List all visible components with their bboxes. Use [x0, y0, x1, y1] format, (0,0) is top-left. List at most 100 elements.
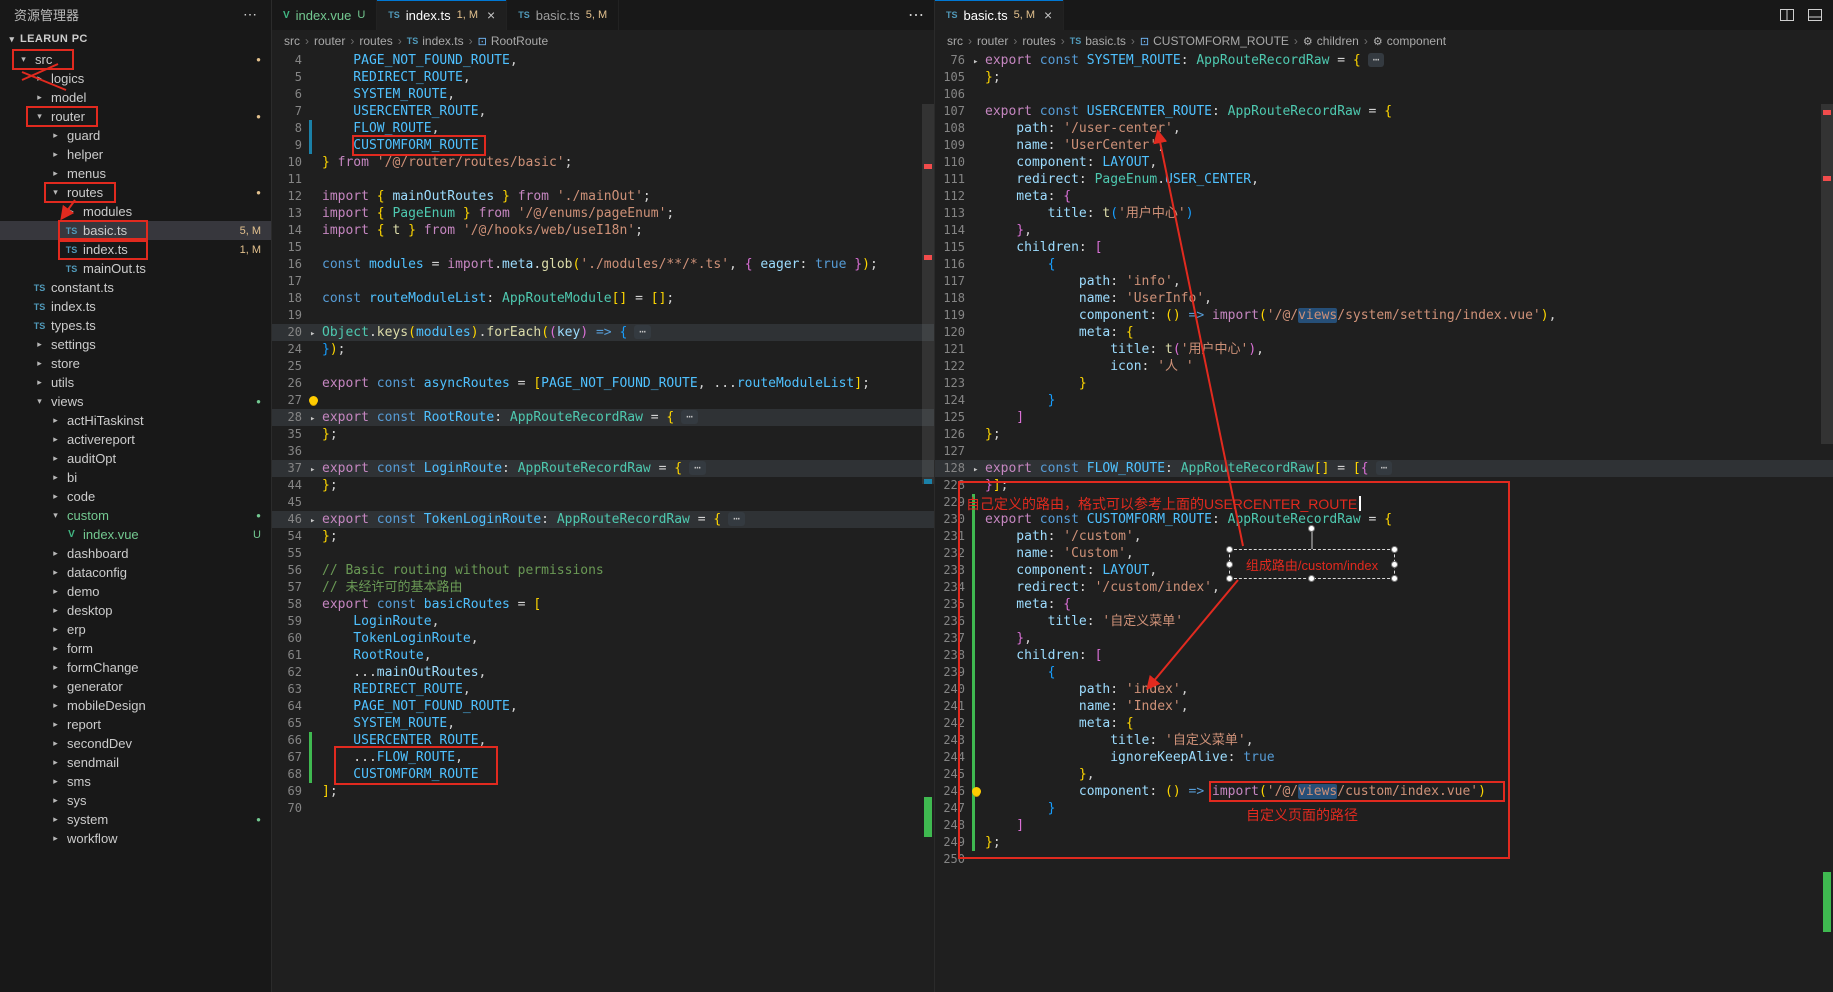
tree-item-mobileDesign[interactable]: ▸mobileDesign — [0, 696, 271, 715]
tree-item-report[interactable]: ▸report — [0, 715, 271, 734]
code-line-70[interactable]: 70 — [272, 800, 934, 817]
breadcrumb-item-component[interactable]: ⚙component — [1373, 34, 1446, 48]
code-line-62[interactable]: 62 ...mainOutRoutes, — [272, 664, 934, 681]
code-line-66[interactable]: 66 USERCENTER_ROUTE, — [272, 732, 934, 749]
tree-item-logics[interactable]: ▸logics — [0, 69, 271, 88]
tree-item-mainOut.ts[interactable]: TSmainOut.ts — [0, 259, 271, 278]
code-editor-index-ts[interactable]: 4 PAGE_NOT_FOUND_ROUTE,5 REDIRECT_ROUTE,… — [272, 52, 934, 992]
code-line-18[interactable]: 18const routeModuleList: AppRouteModule[… — [272, 290, 934, 307]
code-line-14[interactable]: 14import { t } from '/@/hooks/web/useI18… — [272, 222, 934, 239]
code-line-44[interactable]: 44}; — [272, 477, 934, 494]
code-line-240[interactable]: 240 path: 'index', — [935, 681, 1833, 698]
code-line-16[interactable]: 16const modules = import.meta.glob('./mo… — [272, 256, 934, 273]
code-line-12[interactable]: 12import { mainOutRoutes } from './mainO… — [272, 188, 934, 205]
code-line-114[interactable]: 114 }, — [935, 222, 1833, 239]
code-line-233[interactable]: 233 component: LAYOUT, — [935, 562, 1833, 579]
code-line-68[interactable]: 68 CUSTOMFORM_ROUTE — [272, 766, 934, 783]
lightbulb-icon[interactable] — [972, 787, 981, 796]
customize-layout-icon[interactable] — [1807, 7, 1823, 23]
tree-item-desktop[interactable]: ▸desktop — [0, 601, 271, 620]
code-line-248[interactable]: 248 ] — [935, 817, 1833, 834]
breadcrumb-item-basic.ts[interactable]: TSbasic.ts — [1070, 34, 1126, 48]
code-line-237[interactable]: 237 }, — [935, 630, 1833, 647]
code-line-64[interactable]: 64 PAGE_NOT_FOUND_ROUTE, — [272, 698, 934, 715]
tree-item-dataconfig[interactable]: ▸dataconfig — [0, 563, 271, 582]
close-icon[interactable]: × — [1044, 7, 1052, 23]
code-line-15[interactable]: 15 — [272, 239, 934, 256]
tree-item-menus[interactable]: ▸menus — [0, 164, 271, 183]
tree-item-modules[interactable]: ▸modules — [0, 202, 271, 221]
code-line-111[interactable]: 111 redirect: PageEnum.USER_CENTER, — [935, 171, 1833, 188]
tree-item-formChange[interactable]: ▸formChange — [0, 658, 271, 677]
tree-item-constant.ts[interactable]: TSconstant.ts — [0, 278, 271, 297]
code-editor-basic-ts[interactable]: 76▸export const SYSTEM_ROUTE: AppRouteRe… — [935, 52, 1833, 992]
folded-region-badge[interactable]: ⋯ — [1376, 461, 1393, 475]
folded-region-badge[interactable]: ⋯ — [681, 410, 698, 424]
code-line-245[interactable]: 245 }, — [935, 766, 1833, 783]
folded-region-badge[interactable]: ⋯ — [634, 325, 651, 339]
code-line-65[interactable]: 65 SYSTEM_ROUTE, — [272, 715, 934, 732]
tree-item-code[interactable]: ▸code — [0, 487, 271, 506]
tab-basic.ts[interactable]: TSbasic.ts5, M — [507, 0, 619, 30]
breadcrumb-item-router[interactable]: router — [314, 34, 345, 48]
code-line-60[interactable]: 60 TokenLoginRoute, — [272, 630, 934, 647]
scrollbar-thumb[interactable] — [922, 104, 934, 484]
tree-item-dashboard[interactable]: ▸dashboard — [0, 544, 271, 563]
code-line-55[interactable]: 55 — [272, 545, 934, 562]
tree-item-model[interactable]: ▸model — [0, 88, 271, 107]
tree-item-activereport[interactable]: ▸activereport — [0, 430, 271, 449]
code-line-113[interactable]: 113 title: t('用户中心') — [935, 205, 1833, 222]
tree-item-utils[interactable]: ▸utils — [0, 373, 271, 392]
folded-region-badge[interactable]: ⋯ — [689, 461, 706, 475]
tree-item-custom[interactable]: ▾custom● — [0, 506, 271, 525]
breadcrumb-item-router[interactable]: router — [977, 34, 1008, 48]
scrollbar-thumb[interactable] — [1821, 104, 1833, 444]
code-line-56[interactable]: 56// Basic routing without permissions — [272, 562, 934, 579]
code-line-123[interactable]: 123 } — [935, 375, 1833, 392]
tree-item-sms[interactable]: ▸sms — [0, 772, 271, 791]
code-line-121[interactable]: 121 title: t('用户中心'), — [935, 341, 1833, 358]
code-line-239[interactable]: 239 { — [935, 664, 1833, 681]
breadcrumb-item-src[interactable]: src — [284, 34, 300, 48]
code-line-105[interactable]: 105}; — [935, 69, 1833, 86]
code-line-35[interactable]: 35}; — [272, 426, 934, 443]
lightbulb-icon[interactable] — [309, 396, 318, 405]
code-line-120[interactable]: 120 meta: { — [935, 324, 1833, 341]
code-line-117[interactable]: 117 path: 'info', — [935, 273, 1833, 290]
code-line-7[interactable]: 7 USERCENTER_ROUTE, — [272, 103, 934, 120]
code-line-36[interactable]: 36 — [272, 443, 934, 460]
code-line-19[interactable]: 19 — [272, 307, 934, 324]
folded-region-badge[interactable]: ⋯ — [728, 512, 745, 526]
code-line-247[interactable]: 247 } — [935, 800, 1833, 817]
split-editor-icon[interactable] — [1779, 7, 1795, 23]
code-line-25[interactable]: 25 — [272, 358, 934, 375]
tree-item-sys[interactable]: ▸sys — [0, 791, 271, 810]
code-line-110[interactable]: 110 component: LAYOUT, — [935, 154, 1833, 171]
code-line-28[interactable]: 28▸export const RootRoute: AppRouteRecor… — [272, 409, 934, 426]
code-line-236[interactable]: 236 title: '自定义菜单' — [935, 613, 1833, 630]
code-line-107[interactable]: 107export const USERCENTER_ROUTE: AppRou… — [935, 103, 1833, 120]
breadcrumb-item-routes[interactable]: routes — [1022, 34, 1055, 48]
code-line-127[interactable]: 127 — [935, 443, 1833, 460]
code-line-232[interactable]: 232 name: 'Custom', — [935, 545, 1833, 562]
breadcrumb-item-src[interactable]: src — [947, 34, 963, 48]
code-line-126[interactable]: 126}; — [935, 426, 1833, 443]
breadcrumb-item-RootRoute[interactable]: ⊡RootRoute — [478, 34, 549, 48]
tree-item-workflow[interactable]: ▸workflow — [0, 829, 271, 848]
code-line-61[interactable]: 61 RootRoute, — [272, 647, 934, 664]
code-line-24[interactable]: 24}); — [272, 341, 934, 358]
editor-more-actions-icon[interactable]: ⋯ — [908, 5, 924, 25]
tree-item-index.vue[interactable]: Vindex.vueU — [0, 525, 271, 544]
code-line-59[interactable]: 59 LoginRoute, — [272, 613, 934, 630]
tree-item-helper[interactable]: ▸helper — [0, 145, 271, 164]
code-line-20[interactable]: 20▸Object.keys(modules).forEach((key) =>… — [272, 324, 934, 341]
tree-item-generator[interactable]: ▸generator — [0, 677, 271, 696]
code-line-11[interactable]: 11 — [272, 171, 934, 188]
tree-item-auditOpt[interactable]: ▸auditOpt — [0, 449, 271, 468]
tree-item-basic.ts[interactable]: TSbasic.ts5, M — [0, 221, 271, 240]
code-line-235[interactable]: 235 meta: { — [935, 596, 1833, 613]
code-line-8[interactable]: 8 FLOW_ROUTE, — [272, 120, 934, 137]
code-line-57[interactable]: 57// 未经许可的基本路由 — [272, 579, 934, 596]
tree-item-sendmail[interactable]: ▸sendmail — [0, 753, 271, 772]
tree-item-actHiTaskinst[interactable]: ▸actHiTaskinst — [0, 411, 271, 430]
